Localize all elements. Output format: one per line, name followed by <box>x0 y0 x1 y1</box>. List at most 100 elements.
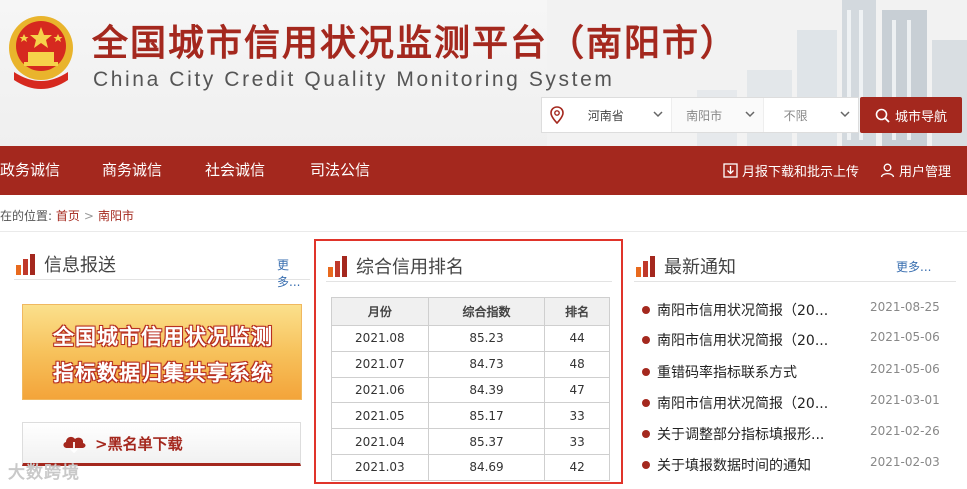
breadcrumb-home-link[interactable]: 首页 <box>56 209 80 223</box>
ranking-panel-title: 综合信用排名 <box>356 257 464 278</box>
site-header: 全国城市信用状况监测平台（南阳市） China City Credit Qual… <box>0 0 967 146</box>
cloud-download-icon <box>63 436 86 454</box>
table-header-row: 月份 综合指数 排名 <box>331 297 610 326</box>
national-emblem-icon <box>9 16 73 89</box>
user-icon <box>880 163 895 178</box>
cell-index: 84.39 <box>427 376 546 404</box>
table-row: 2021.03 84.69 42 <box>331 453 610 481</box>
bullet-icon <box>642 461 650 469</box>
cell-month: 2021.06 <box>331 376 429 404</box>
region-selector: 河南省 南阳市 不限 <box>541 97 859 133</box>
notice-more-link[interactable]: 更多... <box>896 258 931 275</box>
building-chart-icon <box>328 256 347 277</box>
site-subtitle: China City Credit Quality Monitoring Sys… <box>93 68 615 91</box>
table-row: 2021.08 85.23 44 <box>331 325 610 352</box>
news-date: 2021-05-06 <box>870 362 940 376</box>
bullet-icon <box>642 430 650 438</box>
location-pin-icon <box>542 98 572 132</box>
news-title: 南阳市信用状况简报（20... <box>657 303 829 319</box>
nav-item-social[interactable]: 社会诚信 <box>205 146 265 195</box>
cell-index: 85.17 <box>427 402 546 430</box>
column-header-month: 月份 <box>331 297 429 326</box>
news-title: 关于填报数据时间的通知 <box>657 458 811 474</box>
report-download-label: 月报下载和批示上传 <box>742 165 860 180</box>
table-row: 2021.05 85.17 33 <box>331 402 610 430</box>
user-management-link[interactable]: 用户管理 <box>880 146 951 195</box>
building-chart-icon <box>636 256 655 277</box>
breadcrumb-prefix: 在的位置: <box>0 209 53 223</box>
bullet-icon <box>642 399 650 407</box>
notice-panel-title: 最新通知 <box>664 257 736 278</box>
table-row: 2021.07 84.73 48 <box>331 350 610 378</box>
column-header-rank: 排名 <box>544 297 610 326</box>
province-select[interactable]: 河南省 <box>572 98 671 132</box>
bullet-icon <box>642 368 650 376</box>
cell-month: 2021.08 <box>331 325 429 352</box>
banner-line-2: 指标数据归集共享系统 <box>53 361 273 385</box>
blacklist-download-label: >黑名单下载 <box>95 434 183 453</box>
download-icon <box>723 163 738 178</box>
info-more-link[interactable]: 更多... <box>277 256 310 290</box>
watermark-text: 大数跨境 <box>8 463 80 483</box>
site-title: 全国城市信用状况监测平台（南阳市） <box>92 23 739 64</box>
news-date: 2021-03-01 <box>870 393 940 407</box>
news-date: 2021-02-26 <box>870 424 940 438</box>
breadcrumb: 在的位置: 首页 > 南阳市 <box>0 207 134 224</box>
banner-line-1: 全国城市信用状况监测 <box>53 325 273 349</box>
cell-month: 2021.04 <box>331 428 429 455</box>
chevron-down-icon <box>745 111 755 118</box>
data-collection-system-banner[interactable]: 全国城市信用状况监测 指标数据归集共享系统 <box>22 304 302 400</box>
user-management-label: 用户管理 <box>899 165 952 180</box>
cell-rank: 33 <box>544 402 610 430</box>
ranking-panel-header: 综合信用排名 <box>326 252 612 282</box>
table-row: 2021.06 84.39 47 <box>331 376 610 404</box>
cell-index: 84.73 <box>427 350 546 378</box>
table-row: 2021.04 85.37 33 <box>331 428 610 455</box>
news-item[interactable]: 关于填报数据时间的通知 <box>642 455 863 475</box>
search-icon <box>875 108 890 123</box>
nav-item-government[interactable]: 政务诚信 <box>0 146 60 195</box>
bullet-icon <box>642 306 650 314</box>
cell-month: 2021.07 <box>331 350 429 378</box>
city-nav-button[interactable]: 城市导航 <box>860 97 962 133</box>
bullet-icon <box>642 336 650 344</box>
province-value: 河南省 <box>587 108 624 123</box>
news-date: 2021-02-03 <box>870 455 940 469</box>
info-panel-title: 信息报送 <box>44 255 116 276</box>
news-item[interactable]: 南阳市信用状况简报（20... <box>642 300 863 320</box>
cell-rank: 48 <box>544 350 610 378</box>
section-divider <box>0 231 967 232</box>
breadcrumb-current[interactable]: 南阳市 <box>98 209 134 223</box>
column-header-index: 综合指数 <box>427 297 546 326</box>
news-item[interactable]: 南阳市信用状况简报（20... <box>642 393 863 413</box>
city-nav-label: 城市导航 <box>894 109 947 125</box>
notice-panel-header: 最新通知 更多... <box>634 252 956 282</box>
cell-rank: 47 <box>544 376 610 404</box>
news-title: 南阳市信用状况简报（20... <box>657 333 829 349</box>
report-download-link[interactable]: 月报下载和批示上传 <box>723 146 859 195</box>
news-item[interactable]: 重错码率指标联系方式 <box>642 362 863 382</box>
news-date: 2021-08-25 <box>870 300 940 314</box>
cell-rank: 44 <box>544 325 610 352</box>
city-value: 南阳市 <box>686 108 723 123</box>
cell-index: 85.23 <box>427 325 546 352</box>
credit-ranking-table: 月份 综合指数 排名 2021.08 85.23 44 2021.07 84.7… <box>331 297 610 481</box>
news-title: 关于调整部分指标填报形... <box>657 427 825 443</box>
main-nav: 政务诚信 商务诚信 社会诚信 司法公信 月报下载和批示上传 用户管理 <box>0 146 967 195</box>
cell-rank: 33 <box>544 428 610 455</box>
cell-index: 84.69 <box>427 453 546 481</box>
building-chart-icon <box>16 254 35 275</box>
news-item[interactable]: 关于调整部分指标填报形... <box>642 424 863 444</box>
news-title: 重错码率指标联系方式 <box>657 365 797 381</box>
district-select[interactable]: 不限 <box>762 98 858 132</box>
cell-month: 2021.03 <box>331 453 429 481</box>
city-select[interactable]: 南阳市 <box>671 98 763 132</box>
cell-month: 2021.05 <box>331 402 429 430</box>
news-item[interactable]: 南阳市信用状况简报（20... <box>642 330 863 350</box>
info-panel-header: 信息报送 更多... <box>14 250 310 289</box>
nav-item-judicial[interactable]: 司法公信 <box>310 146 370 195</box>
chevron-down-icon <box>653 111 663 118</box>
news-date: 2021-05-06 <box>870 330 940 344</box>
breadcrumb-separator: > <box>83 209 94 223</box>
nav-item-business[interactable]: 商务诚信 <box>102 146 162 195</box>
